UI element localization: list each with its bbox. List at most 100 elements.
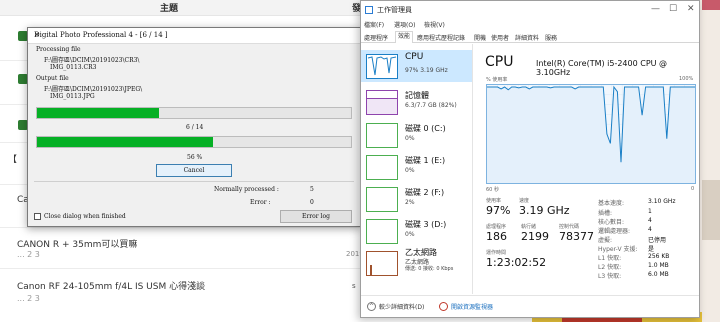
handles-value: 78377 xyxy=(559,230,594,243)
ad-banner xyxy=(700,0,720,322)
sidebar-label: 磁碟 1 (E:) xyxy=(405,156,446,165)
spec-value: 4 xyxy=(648,226,652,233)
maximize-icon[interactable]: ☐ xyxy=(669,4,677,14)
close-icon[interactable]: ✕ xyxy=(34,31,356,39)
post-title[interactable]: 【 xyxy=(8,152,17,165)
processing-file-name: IMG_0113.CR3 xyxy=(50,64,97,71)
sidebar-item-disk-0[interactable]: 磁碟 0 (C:) 0% xyxy=(361,119,472,151)
sidebar-value: 97% 3.19 GHz xyxy=(405,67,448,74)
threads-value: 2199 xyxy=(521,230,549,243)
post-title[interactable]: CANON R + 35mm可以買嘛 xyxy=(17,237,137,250)
output-file-label: Output file xyxy=(36,75,69,82)
sidebar-item-disk-1[interactable]: 磁碟 1 (E:) 0% xyxy=(361,151,472,183)
fewer-details-link[interactable]: 較少詳細資料(D) xyxy=(379,302,424,311)
tab-details[interactable]: 詳細資料 xyxy=(515,33,539,42)
normally-processed-label: Normally processed : xyxy=(214,186,279,193)
cpu-heading: CPU xyxy=(485,54,514,70)
spec-value: 是 xyxy=(648,246,655,253)
spec-value: 3.10 GHz xyxy=(648,198,676,205)
sidebar-value: 0% xyxy=(405,231,415,238)
spec-label: 虛擬: xyxy=(598,237,613,244)
total-progress-bar xyxy=(36,136,352,148)
close-when-finished-checkbox[interactable] xyxy=(34,213,41,220)
dialog-titlebar: Digital Photo Professional 4 - [6 / 14 ]… xyxy=(28,28,360,44)
menu-options[interactable]: 選項(O) xyxy=(394,20,415,29)
error-log-button[interactable]: Error log xyxy=(280,210,352,223)
disk-thumbnail xyxy=(366,155,398,180)
sidebar-item-disk-3[interactable]: 磁碟 3 (D:) 0% xyxy=(361,215,472,247)
output-file-name: IMG_0113.JPG xyxy=(50,93,95,100)
open-resource-monitor-link[interactable]: 開啟資源監視器 xyxy=(451,302,493,311)
post-pages[interactable]: ... 2 3 xyxy=(17,250,40,259)
sidebar-label: 磁碟 0 (C:) xyxy=(405,124,446,133)
minimize-icon[interactable]: — xyxy=(651,4,660,14)
performance-panel: CPU Intel(R) Core(TM) i5-2400 CPU @ 3.10… xyxy=(481,44,696,294)
processing-file-label: Processing file xyxy=(36,46,81,53)
tab-app-history[interactable]: 應用程式歷程記錄 xyxy=(417,33,465,42)
sidebar-item-ethernet[interactable]: 乙太網路 乙太網路 傳送: 0 接收: 0 Kbps xyxy=(361,247,472,281)
post-title[interactable]: Canon RF 24-105mm f/4L IS USM 心得淺談 xyxy=(17,279,205,292)
resource-sidebar: CPU 97% 3.19 GHz 記憶體 6.3/7.7 GB (82%) 磁碟… xyxy=(361,44,473,294)
cpu-thumbnail xyxy=(366,54,398,79)
chevron-up-icon[interactable]: ^ xyxy=(367,302,376,311)
spec-label: L3 快取: xyxy=(598,273,622,280)
sidebar-value: 6.3/7.7 GB (82%) xyxy=(405,102,457,109)
titlebar: 工作管理員 — ☐ ✕ xyxy=(361,1,699,19)
sidebar-item-cpu[interactable]: CPU 97% 3.19 GHz xyxy=(361,50,472,82)
sidebar-value: 0% xyxy=(405,167,415,174)
dpp-progress-dialog: Digital Photo Professional 4 - [6 / 14 ]… xyxy=(27,27,361,227)
sidebar-value: 0% xyxy=(405,135,415,142)
cpu-usage-chart xyxy=(487,85,695,183)
usage-label: 使用率 xyxy=(486,198,502,204)
spec-label: Hyper-V 支援: xyxy=(598,246,638,253)
footer: ^ 較少詳細資料(D) 開啟資源監視器 xyxy=(361,295,699,317)
desktop: 主題 發 【 Car CANON R + 35mm可以買嘛 ... 2 3 20… xyxy=(0,0,720,322)
file-progress-bar xyxy=(36,107,352,119)
graph-y-label: % 使用率 xyxy=(486,77,508,83)
graph-zero-label: 0 xyxy=(691,186,695,192)
tab-users[interactable]: 使用者 xyxy=(491,33,509,42)
post-author: s xyxy=(352,282,356,290)
cpu-usage-graph xyxy=(486,84,696,184)
dialog-body: Processing file F:\圖存區\DCIM\20191023\CR3… xyxy=(28,44,360,226)
memory-thumbnail xyxy=(366,90,398,115)
row-divider xyxy=(0,227,360,228)
tab-processes[interactable]: 處理程序 xyxy=(364,33,388,42)
window-title: 工作管理員 xyxy=(377,6,412,14)
spec-value: 已停用 xyxy=(648,237,667,244)
spec-value: 256 KB xyxy=(648,253,670,260)
tab-startup[interactable]: 開機 xyxy=(474,33,486,42)
output-file-path: F:\圖存區\DCIM\20191023\JPEG\ xyxy=(44,86,143,93)
error-count-label: Error : xyxy=(250,199,271,206)
cancel-button[interactable]: Cancel xyxy=(156,164,232,177)
spec-label: 基本速度: xyxy=(598,200,625,207)
sidebar-item-disk-2[interactable]: 磁碟 2 (F:) 2% xyxy=(361,183,472,215)
usage-value: 97% xyxy=(486,204,511,217)
close-icon[interactable]: ✕ xyxy=(687,4,695,14)
disk-thumbnail xyxy=(366,219,398,244)
row-divider xyxy=(0,268,360,269)
spec-label: 插槽: xyxy=(598,210,613,217)
sidebar-label: 磁碟 3 (D:) xyxy=(405,220,447,229)
processing-file-path: F:\圖存區\DCIM\20191023\CR3\ xyxy=(44,57,140,64)
spec-value: 4 xyxy=(648,217,652,224)
tab-services[interactable]: 服務 xyxy=(545,33,557,42)
menu-view[interactable]: 檢視(V) xyxy=(424,20,445,29)
speed-label: 速度 xyxy=(519,198,530,204)
menu-file[interactable]: 檔案(F) xyxy=(364,20,384,29)
sidebar-value-2: 傳送: 0 接收: 0 Kbps xyxy=(405,266,454,272)
tab-performance[interactable]: 效能 xyxy=(395,31,414,43)
sidebar-label: 記憶體 xyxy=(405,91,429,100)
spec-label: L2 快取: xyxy=(598,264,622,271)
task-manager-window: 工作管理員 — ☐ ✕ 檔案(F) 選項(O) 檢視(V) 處理程序 效能 應用… xyxy=(360,0,700,318)
sidebar-item-memory[interactable]: 記憶體 6.3/7.7 GB (82%) xyxy=(361,86,472,118)
disk-thumbnail xyxy=(366,123,398,148)
ethernet-thumbnail xyxy=(366,251,398,276)
processes-label: 處理程序 xyxy=(486,224,507,230)
sidebar-label: CPU xyxy=(405,52,424,62)
post-pages[interactable]: ... 2 3 xyxy=(17,294,40,303)
spec-value: 1 xyxy=(648,208,652,215)
uptime-value: 1:23:02:52 xyxy=(486,256,547,269)
sidebar-value: 2% xyxy=(405,199,415,206)
spec-label: L1 快取: xyxy=(598,255,622,262)
